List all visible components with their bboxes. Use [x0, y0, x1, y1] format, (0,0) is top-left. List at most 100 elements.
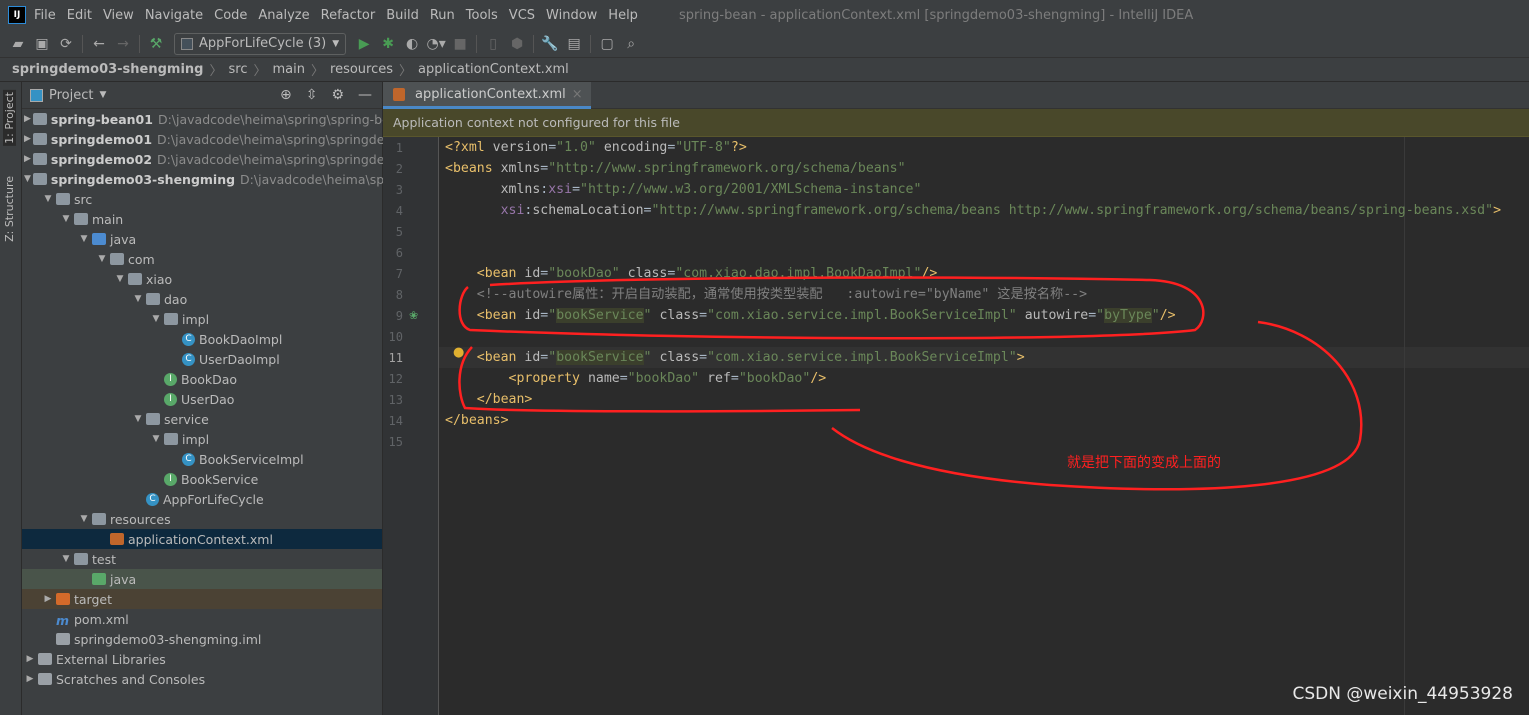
tree-item[interactable]: ▼ resources: [22, 509, 382, 529]
menu-run[interactable]: Run: [430, 8, 455, 23]
tree-item[interactable]: ▼ impl: [22, 429, 382, 449]
spring-bean-gutter-icon[interactable]: ❀: [409, 309, 418, 322]
collapse-all-icon[interactable]: ⇳: [306, 87, 318, 103]
tree-item[interactable]: I BookDao: [22, 369, 382, 389]
tree-item[interactable]: C BookDaoImpl: [22, 329, 382, 349]
menu-vcs[interactable]: VCS: [509, 8, 535, 23]
breadcrumb-item[interactable]: springdemo03-shengming: [12, 62, 204, 77]
chevron-down-icon[interactable]: ▼: [114, 274, 126, 284]
chevron-right-icon[interactable]: ▶: [24, 114, 31, 124]
build-hammer-icon[interactable]: ⚒: [144, 33, 168, 55]
breadcrumb-item[interactable]: resources: [330, 62, 393, 77]
chevron-down-icon[interactable]: ▼: [78, 514, 90, 524]
back-icon[interactable]: ←: [87, 33, 111, 55]
coverage-icon[interactable]: ◐: [400, 33, 424, 55]
folder-icon: [110, 253, 124, 265]
tree-item[interactable]: ▶ External Libraries: [22, 649, 382, 669]
tree-item[interactable]: C BookServiceImpl: [22, 449, 382, 469]
chevron-down-icon[interactable]: ▼: [150, 434, 162, 444]
stop-icon[interactable]: ■: [448, 33, 472, 55]
tree-item-label: springdemo03-shengming: [50, 171, 236, 187]
tree-item[interactable]: ▼ main: [22, 209, 382, 229]
forward-icon[interactable]: →: [111, 33, 135, 55]
project-view-select[interactable]: Project: [49, 88, 93, 103]
run-configuration-select[interactable]: AppForLifeCycle (3) ▼: [174, 32, 347, 55]
menu-refactor[interactable]: Refactor: [321, 8, 376, 23]
debug-icon[interactable]: ✱: [376, 33, 400, 55]
tree-item[interactable]: ▶ springdemo02 D:\javadcode\heima\spring\s…: [22, 149, 397, 169]
open-folder-icon[interactable]: ▰: [6, 33, 30, 55]
tree-item[interactable]: springdemo03-shengming.iml: [22, 629, 382, 649]
chevron-down-icon[interactable]: ▼: [60, 554, 72, 564]
chevron-down-icon[interactable]: ▼: [132, 294, 144, 304]
menu-edit[interactable]: Edit: [67, 8, 92, 23]
menu-analyze[interactable]: Analyze: [258, 8, 309, 23]
tool-tab-project[interactable]: 1: Project: [3, 90, 16, 146]
chevron-down-icon[interactable]: ▼: [132, 414, 144, 424]
menu-build[interactable]: Build: [386, 8, 419, 23]
intention-bulb-icon[interactable]: ●: [453, 345, 464, 360]
menu-navigate[interactable]: Navigate: [145, 8, 203, 23]
chevron-right-icon[interactable]: ▶: [24, 154, 31, 164]
gear-icon[interactable]: ⚙: [331, 87, 344, 103]
breadcrumb-item[interactable]: main: [273, 62, 305, 77]
menu-file[interactable]: File: [34, 8, 56, 23]
deploy-icon[interactable]: ⬢: [505, 33, 529, 55]
chevron-right-icon[interactable]: ▶: [42, 594, 54, 604]
tree-item[interactable]: ▼ java: [22, 229, 382, 249]
menu-view[interactable]: View: [103, 8, 134, 23]
menu-tools[interactable]: Tools: [466, 8, 498, 23]
attach-icon[interactable]: ▯: [481, 33, 505, 55]
tree-item[interactable]: applicationContext.xml: [22, 529, 382, 549]
run-icon[interactable]: ▶: [352, 33, 376, 55]
chevron-down-icon[interactable]: ▼: [42, 194, 54, 204]
settings-wrench-icon[interactable]: 🔧: [538, 33, 562, 55]
chevron-down-icon[interactable]: ▼: [96, 254, 108, 264]
project-structure-icon[interactable]: ▤: [562, 33, 586, 55]
chevron-right-icon[interactable]: ▶: [24, 674, 36, 684]
menu-help[interactable]: Help: [608, 8, 638, 23]
chevron-right-icon[interactable]: ▶: [24, 654, 36, 664]
chevron-down-icon[interactable]: ▼: [24, 174, 31, 184]
chevron-down-icon[interactable]: ▼: [78, 234, 90, 244]
code-token: <bean: [476, 308, 525, 323]
tree-item[interactable]: ▶ springdemo01 D:\javadcode\heima\spring\s…: [22, 129, 397, 149]
chevron-right-icon[interactable]: ▶: [24, 134, 31, 144]
menu-window[interactable]: Window: [546, 8, 597, 23]
tree-item[interactable]: ▶ target: [22, 589, 382, 609]
tree-item[interactable]: ▼ impl: [22, 309, 382, 329]
breadcrumb-item[interactable]: src: [229, 62, 248, 77]
tree-item[interactable]: ▼ springdemo03-shengming D:\javadcode\heim…: [22, 169, 401, 189]
profile-icon[interactable]: ◔▾: [424, 33, 448, 55]
code-token: "http://www.springframework.org/schema/b…: [548, 161, 906, 176]
tree-item[interactable]: java: [22, 569, 382, 589]
tree-item[interactable]: ▼ src: [22, 189, 382, 209]
code-token: </beans>: [445, 413, 509, 428]
tree-item[interactable]: ▼ dao: [22, 289, 382, 309]
chevron-down-icon[interactable]: ▼: [60, 214, 72, 224]
menu-code[interactable]: Code: [214, 8, 247, 23]
locate-icon[interactable]: ⊕: [280, 87, 292, 103]
sync-icon[interactable]: ⟳: [54, 33, 78, 55]
chevron-down-icon[interactable]: ▼: [99, 90, 106, 100]
hide-icon[interactable]: —: [358, 87, 372, 103]
tree-item[interactable]: ▼ service: [22, 409, 382, 429]
save-icon[interactable]: ▣: [30, 33, 54, 55]
tab-applicationcontext-xml[interactable]: applicationContext.xml ×: [383, 82, 591, 109]
terminal-icon[interactable]: ▢: [595, 33, 619, 55]
search-icon[interactable]: ⌕: [619, 33, 643, 55]
close-icon[interactable]: ×: [572, 87, 583, 102]
breadcrumb-item[interactable]: applicationContext.xml: [418, 62, 569, 77]
tree-item[interactable]: m pom.xml: [22, 609, 382, 629]
tree-item[interactable]: C UserDaoImpl: [22, 349, 382, 369]
chevron-down-icon[interactable]: ▼: [150, 314, 162, 324]
tree-item[interactable]: ▶ spring-bean01 D:\javadcode\heima\spring\…: [22, 109, 397, 129]
tree-item[interactable]: ▼ test: [22, 549, 382, 569]
tool-tab-structure[interactable]: Z: Structure: [3, 176, 16, 242]
tree-item[interactable]: ▼ com: [22, 249, 382, 269]
tree-item[interactable]: I BookService: [22, 469, 382, 489]
tree-item[interactable]: I UserDao: [22, 389, 382, 409]
tree-item[interactable]: ▼ xiao: [22, 269, 382, 289]
tree-item[interactable]: C AppForLifeCycle: [22, 489, 382, 509]
tree-item[interactable]: ▶ Scratches and Consoles: [22, 669, 382, 689]
